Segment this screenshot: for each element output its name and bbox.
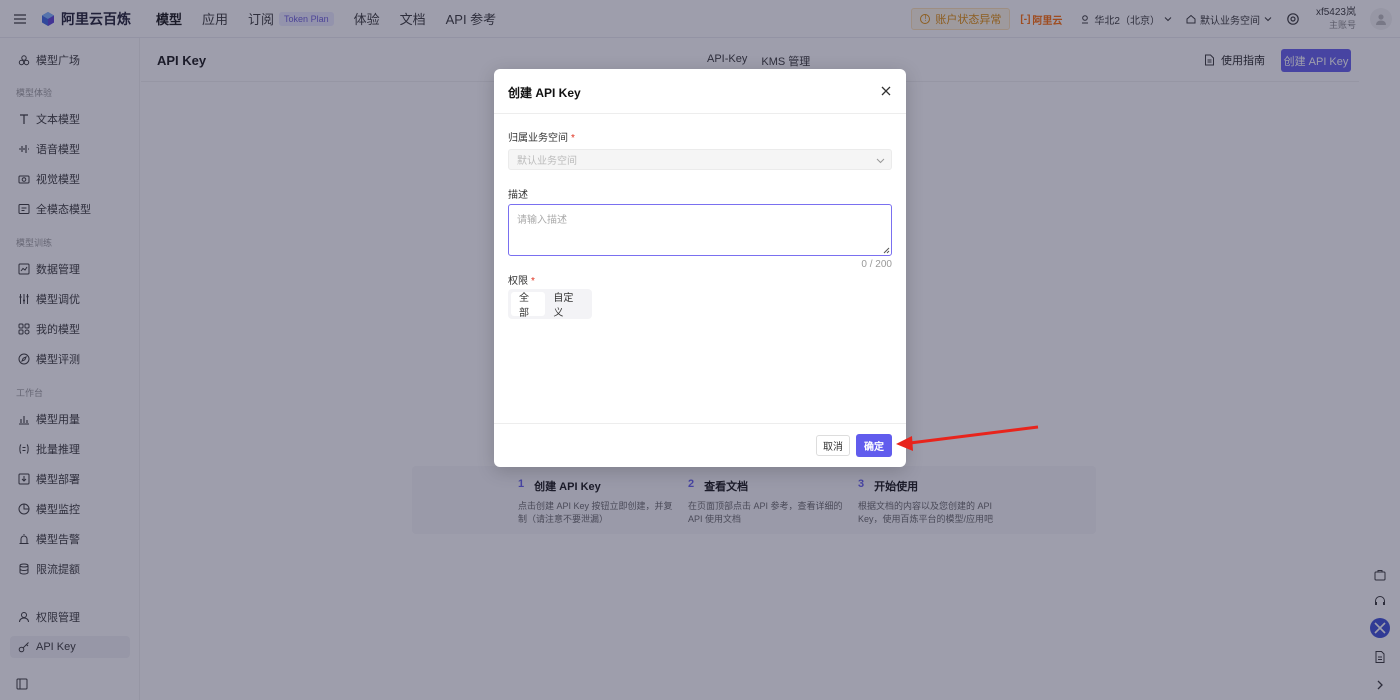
- permission-label-text: 权限: [508, 276, 528, 287]
- permission-option-custom[interactable]: 自定义: [545, 292, 589, 319]
- close-icon[interactable]: [880, 85, 892, 97]
- description-counter: 0 / 200: [861, 259, 892, 270]
- description-input[interactable]: 请输入描述: [508, 204, 892, 256]
- cancel-button[interactable]: 取消: [816, 435, 850, 456]
- description-placeholder: 请输入描述: [517, 215, 567, 226]
- workspace-label-text: 归属业务空间: [508, 133, 568, 144]
- permission-segmented-control: 全部 自定义: [508, 289, 592, 319]
- permission-field-label: 权限 *: [508, 272, 535, 287]
- description-field-label: 描述: [508, 190, 528, 201]
- required-mark: *: [531, 276, 535, 287]
- workspace-select-value: 默认业务空间: [517, 156, 577, 167]
- workspace-field-label: 归属业务空间 *: [508, 129, 575, 144]
- dialog-title: 创建 API Key: [508, 86, 581, 100]
- workspace-select[interactable]: 默认业务空间: [508, 149, 892, 170]
- permission-option-all[interactable]: 全部: [511, 292, 546, 319]
- confirm-button[interactable]: 确定: [856, 434, 892, 457]
- dialog-footer-divider: [494, 423, 906, 424]
- required-mark: *: [571, 133, 575, 144]
- chevron-down-icon: [876, 158, 885, 164]
- create-api-key-dialog: 创建 API Key 归属业务空间 * 默认业务空间 描述 请输入描述 0 / 2…: [494, 69, 906, 467]
- dialog-header-divider: [494, 113, 906, 114]
- resize-handle-icon[interactable]: [883, 247, 890, 254]
